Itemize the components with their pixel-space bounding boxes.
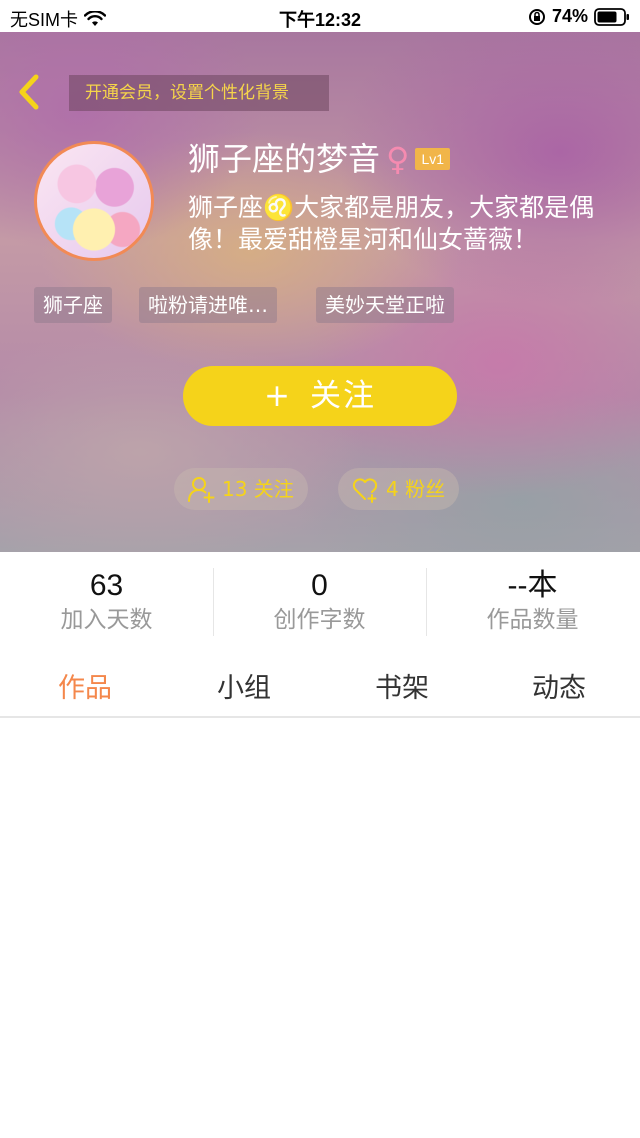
stat-value: 63 (89, 569, 124, 602)
following-count: 13 关注 (222, 477, 294, 501)
female-gender-icon: ♀ (386, 140, 410, 178)
fans-count-pill[interactable]: 4 粉丝 (338, 468, 460, 510)
profile-stats: 63 加入天数 0 创作字数 --本 作品数量 (0, 552, 640, 642)
profile-tag-2[interactable]: 啦粉请进唯… (139, 287, 277, 323)
tab-bookshelf[interactable]: 书架 (322, 666, 482, 705)
stat-word-count: 0 创作字数 (213, 568, 426, 636)
stat-works-count: --本 作品数量 (426, 568, 639, 636)
plus-icon: + (264, 378, 292, 414)
rotation-lock-icon (528, 8, 545, 25)
back-arrow-icon[interactable] (14, 72, 44, 112)
tab-content-area (0, 720, 640, 1138)
stat-join-days: 63 加入天数 (0, 568, 213, 636)
status-bar: 无SIM卡 下午12:32 74% (0, 0, 640, 32)
tab-groups[interactable]: 小组 (164, 666, 324, 705)
stat-label: 创作字数 (273, 607, 366, 633)
vip-background-banner[interactable]: 开通会员，设置个性化背景 (69, 75, 329, 111)
profile-screen: 无SIM卡 下午12:32 74% 开通会员，设置个性化背景 狮子座的梦音 ♀ … (0, 0, 640, 1138)
heart-icon (352, 478, 378, 503)
stat-value: 0 (311, 569, 328, 602)
status-right: 74% (528, 6, 630, 27)
battery-icon (594, 7, 629, 26)
avatar[interactable] (34, 141, 154, 261)
profile-tag-1[interactable]: 狮子座 (34, 287, 112, 323)
stat-label: 加入天数 (60, 607, 153, 633)
stat-value: --本 (507, 569, 558, 602)
following-count-pill[interactable]: 13 关注 (174, 468, 308, 510)
follow-button-label: 关注 (309, 378, 376, 414)
profile-bio: 狮子座♌️大家都是朋友，大家都是偶像！最爱甜橙星河和仙女蔷薇！ (188, 193, 595, 254)
add-user-icon (188, 477, 215, 503)
follow-button[interactable]: + 关注 (183, 366, 457, 426)
level-badge: Lv1 (415, 148, 451, 170)
username: 狮子座的梦音 (188, 140, 381, 178)
fans-count: 4 粉丝 (386, 477, 446, 501)
username-row: 狮子座的梦音 ♀ Lv1 (188, 138, 451, 180)
tab-activity[interactable]: 动态 (479, 666, 639, 705)
battery-percent: 74% (551, 6, 588, 26)
profile-tag-3[interactable]: 美妙天堂正啦 (316, 287, 454, 323)
stat-label: 作品数量 (486, 607, 579, 633)
tab-works[interactable]: 作品 (5, 666, 165, 705)
profile-tabs: 作品 小组 书架 动态 (0, 652, 640, 718)
